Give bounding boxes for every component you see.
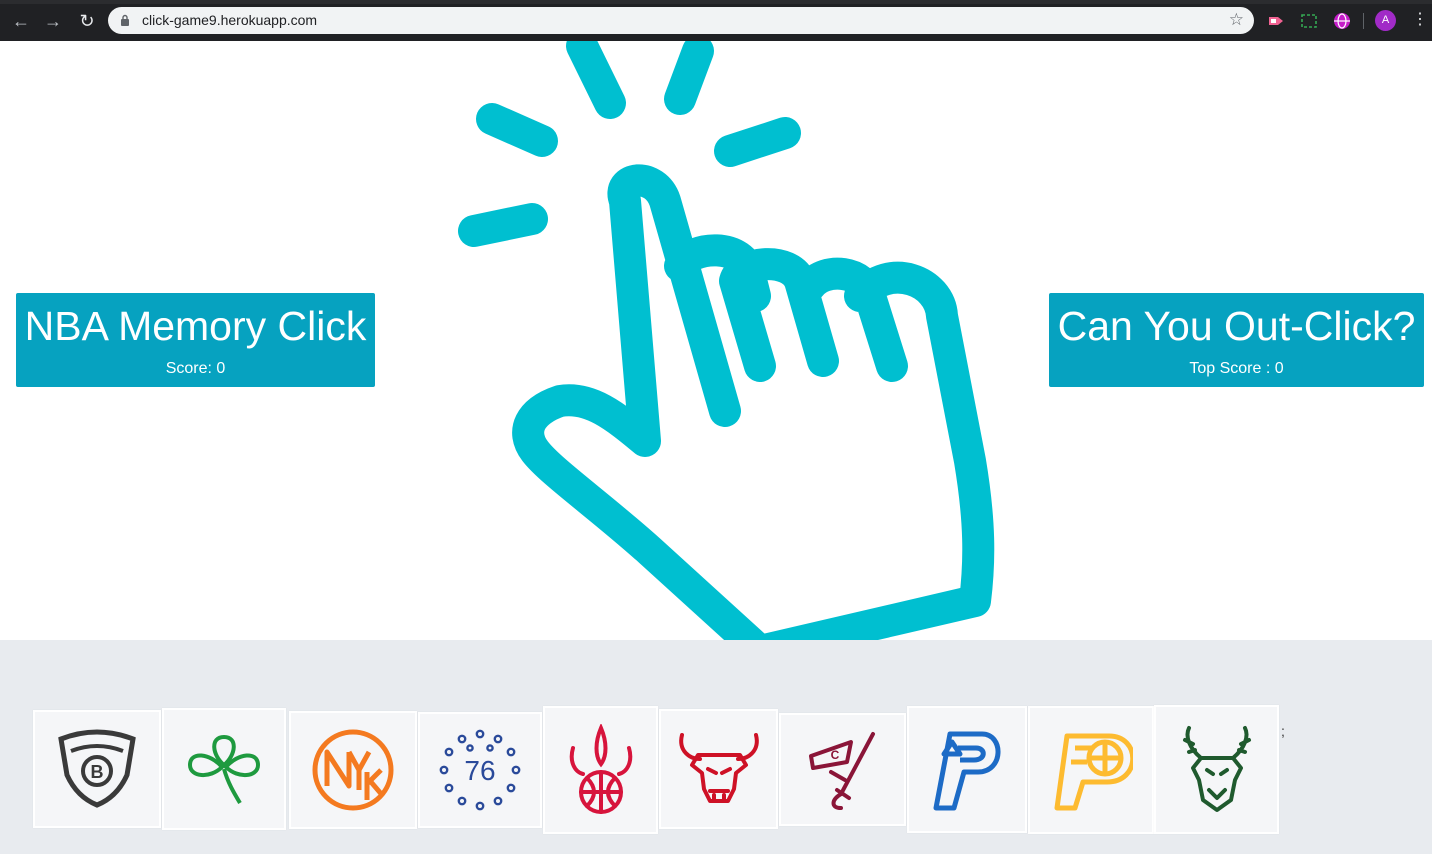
lock-icon — [121, 14, 129, 26]
bookmark-star-icon[interactable]: ☆ — [1229, 10, 1244, 30]
cavaliers-sword-logo-icon: C — [808, 731, 875, 810]
bulls-logo-icon — [678, 733, 759, 803]
tab-strip — [0, 0, 1432, 4]
card-cavaliers[interactable]: C — [779, 713, 906, 826]
pacers-p-logo-icon — [1054, 733, 1133, 811]
card-raptors[interactable] — [543, 706, 658, 834]
pointing-hand-icon — [458, 41, 995, 641]
card-bucks[interactable] — [1154, 705, 1279, 834]
card-76ers[interactable]: 76 — [418, 712, 542, 828]
score-display: Score: 0 — [165, 360, 226, 377]
card-bulls[interactable] — [659, 709, 778, 829]
svg-text:B: B — [91, 762, 104, 782]
card-pacers[interactable] — [1028, 706, 1154, 834]
celtics-shamrock-logo-icon — [187, 734, 261, 805]
extension-globe-icon[interactable] — [1332, 11, 1352, 31]
extension-screenshot-icon[interactable] — [1299, 11, 1319, 31]
stray-semicolon: ; — [1281, 723, 1285, 739]
card-nets[interactable]: B — [33, 710, 161, 828]
raptors-claw-logo-icon — [569, 724, 632, 814]
challenge-heading: Can You Out-Click? — [1057, 303, 1416, 349]
game-title-banner: NBA Memory Click Score: 0 — [16, 293, 375, 387]
brooklyn-nets-logo-icon: B — [58, 729, 136, 808]
profile-avatar[interactable]: A — [1375, 10, 1396, 31]
back-icon[interactable]: ← — [10, 10, 32, 32]
reload-icon[interactable]: ↻ — [76, 10, 98, 32]
knicks-nyk-logo-icon — [312, 729, 394, 811]
toolbar-separator — [1363, 13, 1364, 29]
sixers-76-text: 76 — [464, 755, 495, 786]
forward-icon[interactable]: → — [42, 10, 64, 32]
top-score-display: Top Score : 0 — [1189, 360, 1284, 377]
pistons-p-logo-icon — [933, 731, 1001, 810]
bucks-deer-logo-icon — [1182, 725, 1251, 812]
sixers-76-logo-icon: 76 — [439, 729, 521, 811]
card-knicks[interactable] — [289, 711, 417, 829]
top-score-banner: Can You Out-Click? Top Score : 0 — [1049, 293, 1424, 387]
address-bar[interactable]: click-game9.herokuapp.com ☆ — [108, 7, 1254, 34]
card-pistons[interactable] — [907, 706, 1027, 833]
extension-cast-icon[interactable] — [1266, 11, 1286, 31]
cavaliers-c-text: C — [830, 748, 839, 762]
card-celtics[interactable] — [162, 708, 286, 830]
browser-toolbar: ← → ↻ click-game9.herokuapp.com ☆ A ⋮ — [0, 0, 1432, 41]
browser-menu-icon[interactable]: ⋮ — [1412, 9, 1428, 31]
game-title: NBA Memory Click — [24, 303, 367, 349]
url-text[interactable]: click-game9.herokuapp.com — [142, 12, 317, 28]
